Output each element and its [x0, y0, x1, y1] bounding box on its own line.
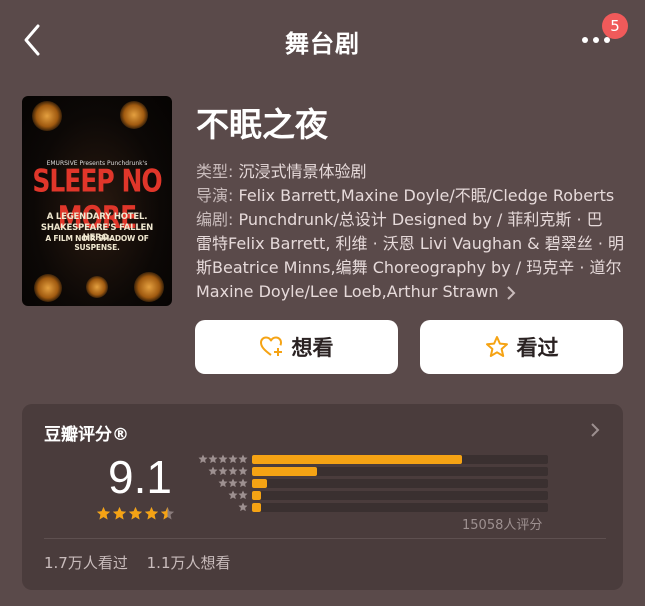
star-icon [238, 478, 248, 487]
want-count: 1.1万人想看 [146, 554, 231, 572]
histogram-track [252, 455, 548, 464]
writer-value: Punchdrunk/总设计 Designed by / 菲利克斯 · 巴 [238, 210, 603, 229]
director-label: 导演: [196, 186, 234, 205]
histogram-row-5 [190, 454, 550, 464]
histogram-stars [238, 502, 248, 512]
poster-tagline: A LEGENDARY HOTEL. [46, 212, 148, 222]
star-icon [228, 490, 238, 499]
show-title: 不眠之夜 [196, 105, 328, 144]
star-icon [228, 454, 238, 463]
director-value: Felix Barrett,Maxine Doyle/不眠/Cledge Rob… [238, 186, 615, 205]
histogram-bar [252, 479, 267, 488]
histogram-track [252, 503, 548, 512]
star-icon [238, 502, 248, 511]
director-line: 导演: Felix Barrett,Maxine Doyle/不眠/Cledge… [196, 182, 614, 206]
star-icon [144, 506, 159, 520]
histogram-stars [218, 478, 248, 488]
poster-light [134, 272, 164, 302]
histogram-stars [228, 490, 248, 500]
star-icon [238, 466, 248, 475]
histogram-track [252, 467, 548, 476]
type-value: 沉浸式情景体验剧 [238, 162, 367, 181]
star-icon [112, 506, 127, 520]
poster-light [120, 101, 148, 129]
histogram-row-1 [190, 502, 550, 512]
notification-badge[interactable]: 5 [602, 13, 628, 39]
histogram-row-3 [190, 478, 550, 488]
histogram-bar [252, 503, 261, 512]
rating-count: 15058人评分 [462, 518, 543, 533]
have-seen-button[interactable]: 看过 [420, 320, 623, 374]
star-icon [228, 478, 238, 487]
rating-title: 豆瓣评分® [44, 425, 129, 445]
nav-bar: 舞台剧 5 [0, 0, 645, 80]
poster-light [32, 101, 62, 131]
type-line: 类型: 沉浸式情景体验剧 [196, 158, 367, 182]
histogram-bar [252, 455, 463, 464]
rating-stars [96, 506, 175, 521]
want-label: 想看 [291, 336, 334, 360]
rating-score: 9.1 [108, 451, 172, 503]
histogram-bar [252, 467, 318, 476]
star-outline-icon [485, 336, 508, 357]
star-icon [198, 454, 208, 463]
more-dots-icon [582, 37, 588, 43]
seen-count: 1.7万人看过 [44, 554, 128, 572]
type-label: 类型: [196, 162, 234, 181]
star-icon [218, 454, 228, 463]
page-title: 舞台剧 [285, 30, 360, 58]
histogram-row-4 [190, 466, 550, 476]
poster-image[interactable]: EMURSIVE Presents Punchdrunk's SLEEP NO … [22, 96, 172, 306]
star-icon [218, 466, 228, 475]
histogram-bar [252, 491, 261, 500]
histogram-row-2 [190, 490, 550, 500]
star-icon [160, 506, 175, 520]
star-icon [218, 478, 228, 487]
writer-line-4-text: Maxine Doyle/Lee Loeb,Arthur Strawn [196, 282, 499, 301]
poster-light [86, 276, 108, 298]
want-to-see-button[interactable]: 想看 [195, 320, 398, 374]
writer-label: 编剧: [196, 210, 234, 229]
star-icon [238, 454, 248, 463]
star-icon [228, 466, 238, 475]
star-icon [96, 506, 111, 520]
star-icon [208, 466, 218, 475]
rating-stats: 1.7万人看过 1.1万人想看 [44, 552, 245, 573]
writer-line-3: 斯Beatrice Minns,编舞 Choreography by / 玛克辛… [196, 258, 622, 277]
star-icon [128, 506, 143, 520]
star-icon [238, 490, 248, 499]
more-dot [593, 37, 599, 43]
poster-light [34, 274, 62, 302]
chevron-right-icon [506, 285, 516, 300]
chevron-right-icon [591, 423, 600, 437]
divider [44, 538, 606, 539]
star-icon [208, 454, 218, 463]
histogram-stars [198, 454, 248, 464]
histogram-track [252, 491, 548, 500]
heart-plus-icon [259, 336, 282, 356]
rating-card[interactable]: 豆瓣评分® 9.1 15058人评分 1.7万人看过 1.1万人想看 [22, 404, 623, 590]
seen-label: 看过 [516, 336, 559, 360]
writer-line-2: 雷特Felix Barrett, 利维 · 沃恩 Livi Vaughan & … [196, 234, 624, 253]
writer-line-4[interactable]: Maxine Doyle/Lee Loeb,Arthur Strawn [196, 282, 516, 301]
poster-tagline: A FILM NOIR SHADOW OF SUSPENSE. [45, 234, 149, 252]
histogram-track [252, 479, 548, 488]
histogram-stars [208, 466, 248, 476]
writer-line: 编剧: Punchdrunk/总设计 Designed by / 菲利克斯 · … [196, 206, 603, 230]
